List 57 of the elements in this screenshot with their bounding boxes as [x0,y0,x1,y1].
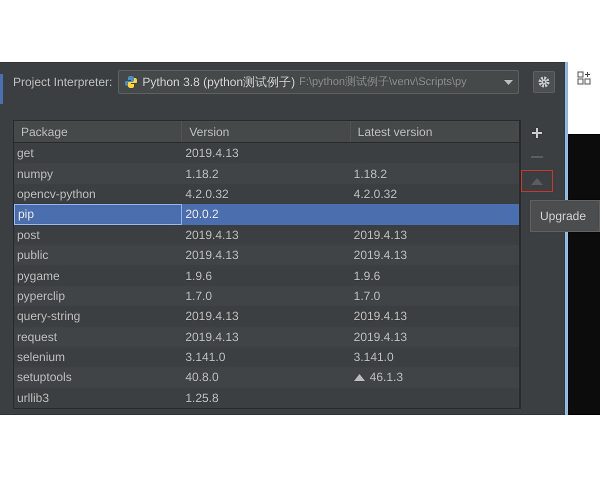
latest-version-cell-text: 2019.4.13 [354,226,408,244]
package-cell-text: post [16,226,41,244]
settings-icon [538,76,550,88]
version-cell-text: 4.2.0.32 [184,186,230,203]
column-header[interactable]: Version [182,121,351,142]
version-cell-text: 1.25.8 [184,390,220,407]
interpreter-label: Project Interpreter: [13,74,112,91]
latest-version-cell-text: 1.7.0 [354,288,380,305]
package-cell-text: selenium [16,349,66,366]
version-cell-text: 2019.4.13 [184,247,240,264]
version-cell-text: 1.18.2 [184,166,220,183]
version-cell-text: 2019.4.13 [184,308,240,326]
interpreter-path: F:\python测试例子\venv\Scripts\py [299,74,467,90]
table-row[interactable]: numpy 1.18.2 1.18.2 [14,163,519,184]
version-cell-text: 2019.4.13 [184,145,240,162]
latest-version-cell-text: 2019.4.13 [354,328,408,346]
table-row[interactable]: setuptools 40.8.0 46.1.3 [14,367,519,388]
package-cell-text: numpy [16,166,54,183]
version-cell-text: 20.0.2 [184,206,220,224]
version-cell-text: 1.7.0 [184,288,214,305]
latest-version-cell-text: 2019.4.13 [354,247,408,264]
version-cell-text: 1.9.6 [184,268,214,285]
latest-version-cell-text: 1.18.2 [354,166,388,183]
package-cell-text: setuptools [16,369,73,386]
latest-version-cell-text: 3.141.0 [354,349,394,366]
table-row[interactable]: public 2019.4.13 2019.4.13 [14,244,519,266]
table-row[interactable]: pip 20.0.2 [14,204,519,225]
python-logo-icon [124,75,138,89]
interpreter-dropdown[interactable]: Python 3.8 (python测试例子) F:\python测试例子\venv\Scripts\py [118,70,519,94]
package-cell-text: public [16,247,50,264]
package-cell-text: query-string [16,308,82,326]
add-icon [530,127,542,139]
package-cell-text: get [16,145,35,162]
version-cell-text: 40.8.0 [184,369,220,386]
version-cell-text: 3.141.0 [184,349,226,366]
latest-version-cell-text: 1.9.6 [354,268,380,285]
version-cell-text: 2019.4.13 [184,226,240,244]
column-header[interactable]: Package [14,121,182,142]
package-cell-text: opencv-python [16,186,97,203]
package-cell-text: pyperclip [16,288,66,305]
latest-version-cell-text: 2019.4.13 [354,308,408,326]
column-header[interactable]: Latest version [350,121,519,142]
package-cell-text: urllib3 [16,390,50,407]
package-cell-text: pygame [16,268,61,285]
triangle-up-icon [530,178,542,184]
settings-button[interactable] [533,71,555,93]
package-cell: pip [14,204,182,225]
interpreter-name: Python 3.8 (python测试例子) [142,74,296,91]
layout-icon[interactable] [577,71,591,85]
latest-version-cell-text: 46.1.3 [370,369,404,386]
package-cell-text: request [16,328,58,346]
table-row[interactable]: request 2019.4.13 2019.4.13 [14,326,519,347]
dropdown-arrow-icon [504,80,513,84]
version-cell-text: 2019.4.13 [184,328,240,346]
latest-version-cell-text: 4.2.0.32 [354,186,398,203]
upgrade-tooltip: Upgrade [530,200,600,232]
table-row[interactable]: pyperclip 1.7.0 1.7.0 [14,286,519,306]
